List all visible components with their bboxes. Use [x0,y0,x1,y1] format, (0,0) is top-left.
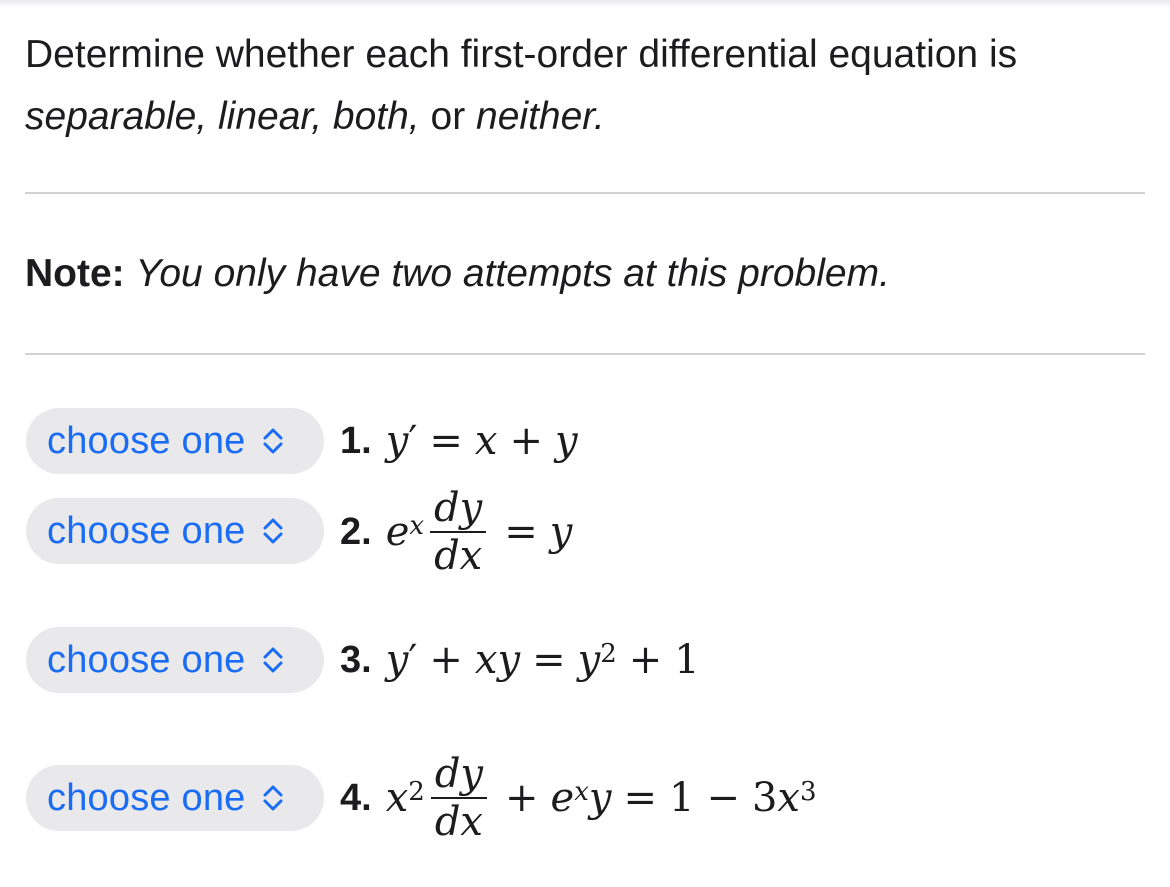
instructions-line-1: Determine whether each first-order diffe… [25,24,1145,86]
note-label: Note: [25,252,125,295]
chevron-up-down-icon [263,785,282,811]
fraction-numerator: dy [434,485,483,531]
math-term: y [385,418,409,464]
divider-top [25,192,1145,194]
question-3-select[interactable]: choose one [26,627,324,693]
fraction-dy-dx: dy dx [430,751,488,845]
math-term: xy [474,637,521,683]
question-4-select[interactable]: choose one [26,765,324,831]
chevron-up-down-icon [263,428,282,454]
instructions-line-2: separable, linear, both, or neither. [25,86,1145,148]
option-separable: separable, [25,95,208,138]
math-operator: − [706,775,740,821]
divider-bottom [25,353,1145,355]
math-exponent: 2 [408,777,425,807]
math-operator: = [429,418,463,464]
fraction-denominator: dx [434,799,483,845]
math-prime: ′ [408,637,418,683]
question-4-equation: 4. x2 dy dx + exy = 1 − 3x3 [340,750,817,846]
math-term: e [550,775,575,821]
math-term: y [385,637,409,683]
math-term: x [474,418,498,464]
math-term: x [777,775,800,821]
math-exponent: 2 [600,639,617,669]
select-label: choose one [47,419,246,462]
math-exponent: x [409,511,425,541]
math-operator: = [532,637,566,683]
question-3-equation: 3. y ′ + xy = y2 + 1 [340,632,700,688]
fraction-denominator: dx [434,533,483,579]
question-2-select[interactable]: choose one [26,498,324,564]
chevron-up-down-icon [263,647,282,673]
question-1-equation: 1. y ′ = x + y [340,414,578,468]
fraction-dy-dx: dy dx [430,485,487,579]
math-term: y [588,775,612,821]
math-operator: = [623,775,657,821]
select-label: choose one [47,509,246,552]
question-number: 2. [340,510,372,553]
equation-math: y ′ + xy = y2 + 1 [386,637,700,683]
instructions: Determine whether each first-order diffe… [25,24,1145,148]
question-number: 4. [340,776,372,819]
math-operator: + [509,418,543,464]
option-neither: neither. [476,95,605,138]
math-exponent: 3 [799,777,817,807]
equation-math: x2 dy dx + exy = 1 − 3x3 [386,751,817,845]
math-exponent: x [574,777,589,807]
math-term: 3 [751,775,778,821]
question-1-select[interactable]: choose one [26,408,324,474]
or-word: or [430,95,466,138]
chevron-up-down-icon [263,518,282,544]
math-term: y [577,637,601,683]
question-2-equation: 2. ex dy dx = y [340,484,572,580]
math-term: 1 [674,637,700,683]
select-label: choose one [47,638,246,681]
equation-math: y ′ = x + y [386,418,578,464]
math-operator: + [505,775,539,821]
instructions-text: Determine whether each first-order diffe… [25,33,1018,76]
equation-math: ex dy dx = y [386,485,573,579]
question-number: 3. [340,638,372,681]
math-term: x [385,775,409,821]
question-number: 1. [340,419,372,462]
note: Note: You only have two attempts at this… [25,250,890,298]
math-term: 1 [669,775,695,821]
fraction-numerator: dy [434,751,484,797]
math-prime: ′ [408,418,418,464]
math-term: e [385,509,410,555]
option-both: both, [332,95,420,138]
note-text: You only have two attempts at this probl… [135,252,890,295]
math-term: y [549,509,573,555]
math-operator: + [429,637,463,683]
math-operator: = [504,509,538,555]
select-label: choose one [47,776,246,819]
math-term: y [555,418,578,464]
math-operator: + [628,637,663,683]
top-shadow [0,0,1170,8]
option-linear: linear, [217,95,323,138]
